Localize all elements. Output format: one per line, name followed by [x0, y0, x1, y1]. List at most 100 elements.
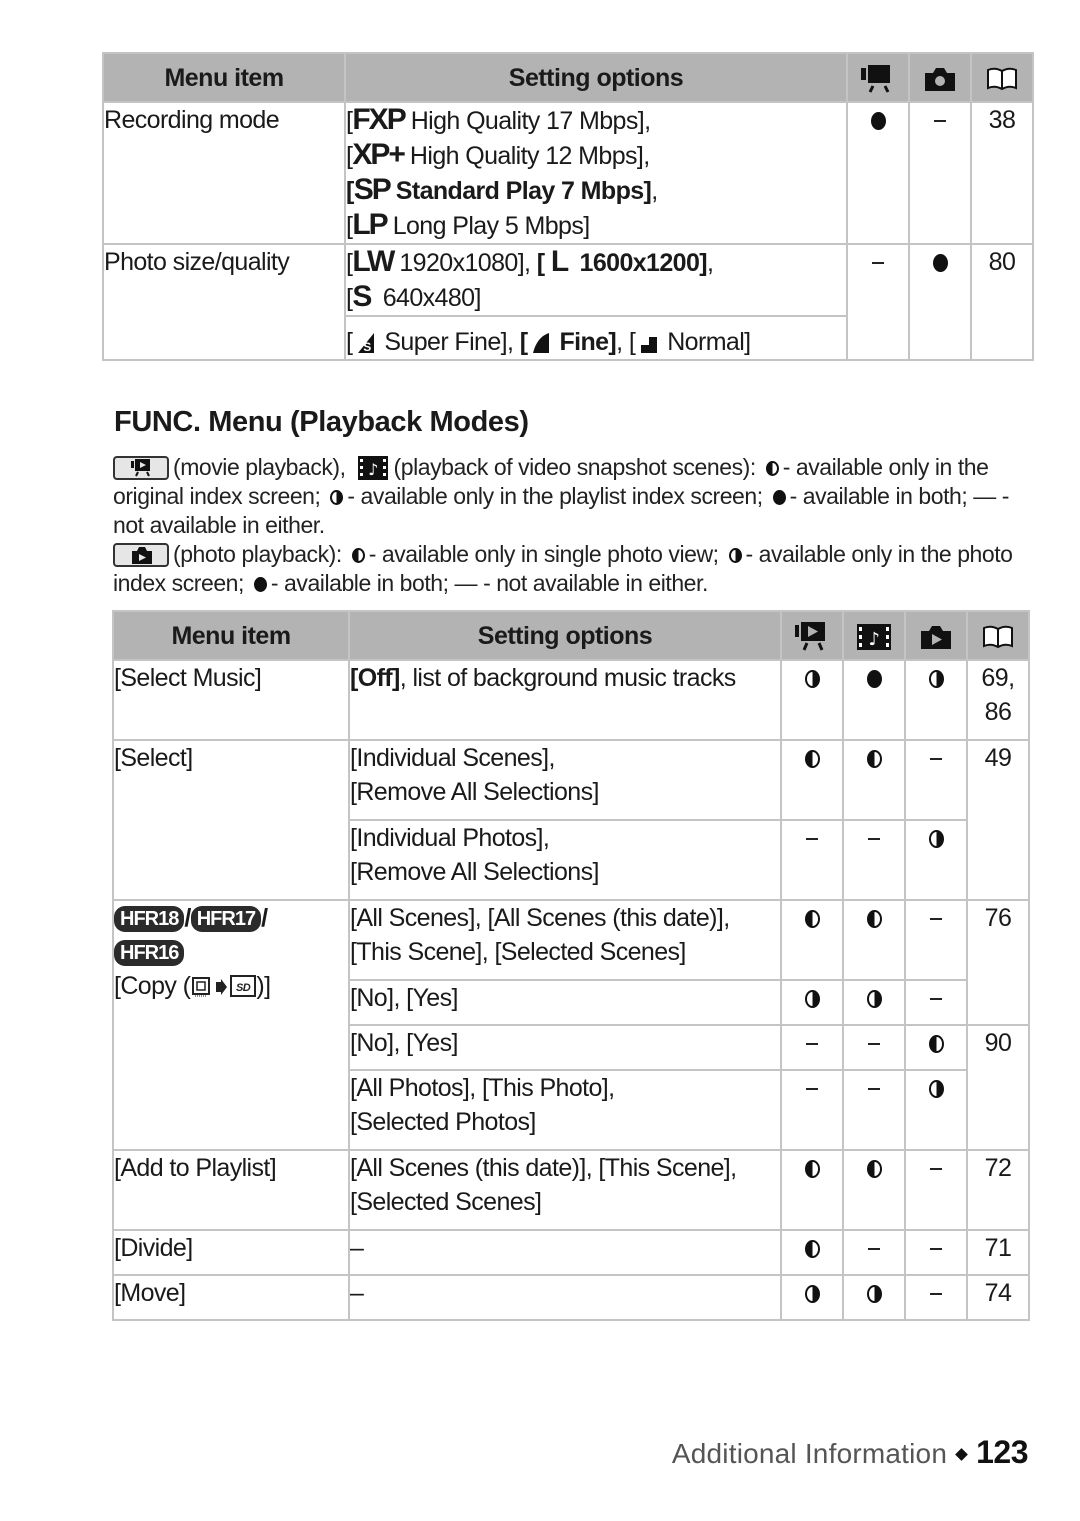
snapshot-availability: [842, 979, 906, 1026]
snapshot-availability: [842, 1229, 906, 1276]
setting-options: –: [348, 1229, 782, 1276]
not-available-dash: [806, 1043, 818, 1046]
legend-movie: (movie playback), ♪ (playback of video sn…: [113, 454, 1009, 538]
table-row: HFR18/HFR17/ HFR16 [Copy (SD)] [All Scen…: [112, 899, 1030, 1151]
available-both-icon: [870, 112, 886, 131]
video-snapshot-playback-icon: ♪: [357, 456, 388, 480]
model-badges: HFR18/HFR17/: [114, 901, 348, 935]
right-half-dot-icon: [728, 548, 742, 563]
movie-availability: [780, 1229, 844, 1276]
available-playlist-only-icon: [866, 990, 882, 1009]
option-lp: [LP Long Play 5 Mbps]: [346, 208, 590, 241]
table-row: [Divide] – 71: [112, 1229, 1030, 1276]
menu-item-copy: HFR18/HFR17/ HFR16 [Copy (SD)]: [112, 899, 350, 1151]
not-available-dash: [930, 918, 942, 921]
size-options-line: [LW 1920x1080], [ L 1600x1200],: [346, 245, 714, 278]
menu-item-select: [Select]: [112, 739, 350, 901]
playback-menu-table: Menu item Setting options ♪ [Select Musi…: [112, 610, 1030, 1321]
legend-photo: (photo playback): - available only in si…: [113, 541, 1013, 596]
photo-availability: [904, 1069, 968, 1151]
setting-options: –: [348, 1274, 782, 1321]
table-row: Photo size/quality [LW 1920x1080], [ L 16…: [102, 243, 1034, 361]
movie-availability: [780, 1069, 844, 1151]
header-movie-mode: [846, 52, 910, 103]
table-row: Recording mode [FXP High Quality 17 Mbps]…: [102, 101, 1034, 245]
left-half-dot-icon: [351, 548, 365, 563]
menu-item-add-to-playlist: [Add to Playlist]: [112, 1149, 350, 1231]
setting-options: [Individual Scenes], [Remove All Selectio…: [348, 739, 782, 821]
xp-plus-mode-icon: XP+: [352, 138, 406, 171]
photo-playback-icon: [113, 543, 169, 567]
photo-availability: [904, 819, 968, 901]
header-photo-mode: [908, 52, 972, 103]
not-available-dash: [934, 120, 946, 123]
dash-symbol: —: [454, 570, 478, 596]
setting-options: [All Scenes (this date)], [This Scene],[…: [348, 1149, 782, 1231]
super-fine-quality-icon: S: [358, 333, 375, 353]
setting-options: [Off], list of background music tracks: [348, 659, 782, 741]
arrow-right-icon: [216, 979, 228, 995]
movie-camera-icon: [861, 64, 890, 93]
reference-page-book-icon: [983, 625, 1013, 649]
header-movie-playback: [780, 610, 844, 661]
photo-availability: [908, 243, 972, 361]
header-reference-page: [970, 52, 1034, 103]
photo-playback-icon: [921, 625, 951, 649]
movie-availability: [780, 1149, 844, 1231]
not-available-dash: [868, 1248, 880, 1251]
size-options-line-2: [S 640x480]: [346, 280, 481, 313]
svg-text:S: S: [364, 340, 372, 353]
menu-item-select-music: [Select Music]: [112, 659, 350, 741]
header-setting-options: Setting options: [344, 52, 848, 103]
available-playlist-only-icon: [928, 670, 944, 689]
model-badge: HFR18: [114, 906, 185, 932]
option-xp-plus: [XP+ High Quality 12 Mbps],: [346, 138, 650, 171]
photo-availability: [904, 1149, 968, 1231]
page-footer: Additional Information 123: [672, 1434, 1029, 1471]
available-playlist-only-icon: [804, 990, 820, 1009]
available-original-only-icon: [866, 1160, 882, 1179]
l-size-icon: L: [550, 245, 569, 278]
not-available-dash: [930, 1168, 942, 1171]
movie-availability: [780, 819, 844, 901]
movie-availability: [780, 659, 844, 741]
movie-availability: [780, 1274, 844, 1321]
table-row: [Select] [Individual Scenes], [Remove All…: [112, 739, 1030, 901]
not-available-dash: [930, 998, 942, 1001]
table-row: [Add to Playlist] [All Scenes (this date…: [112, 1149, 1030, 1231]
reference-page: 90: [966, 1024, 1030, 1151]
reference-page: 69, 86: [966, 659, 1030, 741]
snapshot-availability: [842, 899, 906, 981]
snapshot-availability: [842, 819, 906, 901]
dash-symbol: —: [973, 483, 996, 509]
reference-page: 38: [970, 101, 1034, 245]
fxp-mode-icon: FXP: [352, 103, 406, 136]
setting-options: [All Photos], [This Photo], [Selected Pho…: [348, 1069, 782, 1151]
reference-page: 72: [966, 1149, 1030, 1231]
setting-options: [No], [Yes]: [348, 979, 782, 1026]
model-badge: HFR17: [190, 906, 262, 932]
left-half-dot-icon: [765, 461, 779, 476]
snapshot-availability: [842, 1149, 906, 1231]
available-playlist-only-icon: [928, 830, 944, 849]
table-row: [Move] – 74: [112, 1274, 1030, 1321]
full-dot-icon: [772, 490, 786, 505]
setting-options: [Individual Photos], [Remove All Selectio…: [348, 819, 782, 901]
model-badges-line-2: HFR16: [114, 935, 348, 969]
setting-options: [All Scenes], [All Scenes (this date)],[…: [348, 899, 782, 981]
recording-settings-table: Menu item Setting options Recording mode…: [102, 52, 1034, 361]
menu-item-recording-mode: Recording mode: [102, 101, 346, 245]
snapshot-availability: [842, 659, 906, 741]
not-available-dash: [930, 1248, 942, 1251]
not-available-dash: [868, 1088, 880, 1091]
lp-mode-icon: LP: [352, 208, 388, 241]
table-header-row: Menu item Setting options ♪: [112, 610, 1030, 661]
fine-quality-icon: [533, 333, 550, 353]
option-sp: [SP Standard Play 7 Mbps],: [346, 173, 658, 206]
not-available-dash: [930, 758, 942, 761]
menu-item-move: [Move]: [112, 1274, 350, 1321]
setting-options-size: [LW 1920x1080], [ L 1600x1200], [S 640x48…: [344, 243, 848, 317]
reference-page: 76: [966, 899, 1030, 1026]
available-playlist-only-icon: [804, 670, 820, 689]
svg-text:SD: SD: [236, 982, 251, 994]
